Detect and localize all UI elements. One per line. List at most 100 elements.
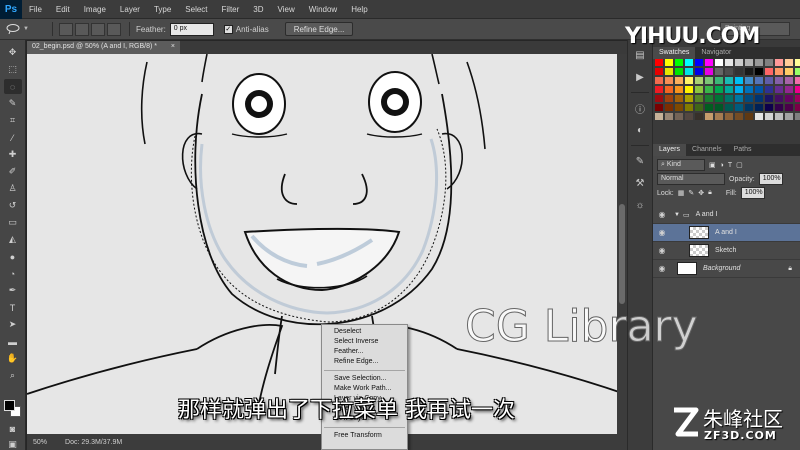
path-selection-tool-icon[interactable]: ➤ (4, 317, 22, 332)
tab-layers[interactable]: Layers (653, 144, 687, 156)
eraser-tool-icon[interactable]: ▭ (4, 215, 22, 230)
color-swatch[interactable] (775, 68, 783, 75)
color-swatch[interactable] (745, 59, 753, 66)
opacity-input[interactable]: 100% (758, 173, 783, 185)
tab-paths[interactable]: Paths (728, 144, 758, 156)
color-swatch[interactable] (675, 86, 683, 93)
color-swatch[interactable] (695, 95, 703, 102)
menu-item-save-selection[interactable]: Save Selection... (322, 374, 407, 384)
color-swatch[interactable] (655, 77, 663, 84)
menu-view[interactable]: View (271, 5, 302, 14)
tool-preset-picker[interactable]: ▼ (6, 21, 46, 38)
marquee-tool-icon[interactable]: ⬚ (4, 62, 22, 77)
color-swatch[interactable] (795, 95, 800, 102)
menu-select[interactable]: Select (178, 5, 214, 14)
color-swatch[interactable] (665, 77, 673, 84)
add-to-selection-button[interactable] (75, 22, 89, 36)
healing-brush-tool-icon[interactable]: ✚ (4, 147, 22, 162)
color-swatch[interactable] (655, 59, 663, 66)
color-swatch[interactable] (705, 95, 713, 102)
color-swatch[interactable] (685, 86, 693, 93)
zoom-tool-icon[interactable]: ⌕ (4, 368, 22, 383)
color-swatch[interactable] (655, 68, 663, 75)
color-swatch[interactable] (735, 86, 743, 93)
color-swatch[interactable] (685, 68, 693, 75)
adjustments-icon[interactable]: ☼ (631, 196, 649, 214)
filter-shape-icon[interactable]: ▢ (736, 161, 743, 169)
menu-image[interactable]: Image (77, 5, 113, 14)
color-swatch[interactable] (725, 104, 733, 111)
move-tool-icon[interactable]: ✥ (4, 45, 22, 60)
color-swatch[interactable] (785, 104, 793, 111)
intersect-selection-button[interactable] (107, 22, 121, 36)
color-swatch[interactable] (675, 95, 683, 102)
color-swatch[interactable] (785, 86, 793, 93)
color-swatch[interactable] (675, 59, 683, 66)
color-swatch[interactable] (755, 59, 763, 66)
menu-item-feather[interactable]: Feather... (322, 347, 407, 357)
blend-mode-select[interactable]: Normal (657, 173, 725, 185)
color-swatch[interactable] (775, 104, 783, 111)
color-swatch[interactable] (685, 113, 693, 120)
disclosure-icon[interactable]: ▼ (674, 212, 680, 218)
type-tool-icon[interactable]: T (4, 300, 22, 315)
eyedropper-tool-icon[interactable]: ⁄ (4, 130, 22, 145)
pen-tool-icon[interactable]: ✒ (4, 283, 22, 298)
color-swatch[interactable] (745, 86, 753, 93)
info-icon[interactable]: ⓘ (631, 99, 649, 117)
color-swatch[interactable] (675, 68, 683, 75)
color-swatch[interactable] (725, 77, 733, 84)
color-swatch[interactable] (715, 86, 723, 93)
clone-stamp-tool-icon[interactable]: ♙ (4, 181, 22, 196)
color-swatch[interactable] (745, 68, 753, 75)
menu-3d[interactable]: 3D (246, 5, 270, 14)
scrollbar-thumb[interactable] (619, 204, 625, 304)
menu-item-deselect[interactable]: Deselect (322, 327, 407, 337)
document-info[interactable]: Doc: 29.3M/37.9M (65, 439, 122, 446)
color-swatch[interactable] (795, 68, 800, 75)
menu-item-free-transform[interactable]: Free Transform (322, 431, 407, 441)
eye-icon[interactable]: ◉ (653, 264, 671, 273)
history-brush-tool-icon[interactable]: ↺ (4, 198, 22, 213)
color-swatch[interactable] (795, 104, 800, 111)
menu-file[interactable]: File (22, 5, 49, 14)
color-swatch[interactable] (665, 86, 673, 93)
quick-mask-icon[interactable]: ◙ (4, 421, 22, 436)
color-swatch[interactable] (705, 68, 713, 75)
color-swatch[interactable] (675, 77, 683, 84)
color-swatch[interactable] (785, 113, 793, 120)
color-swatch[interactable] (775, 77, 783, 84)
rectangle-tool-icon[interactable]: ▬ (4, 334, 22, 349)
color-swatch[interactable] (765, 104, 773, 111)
filter-type-icon[interactable]: T (728, 162, 732, 169)
subtract-from-selection-button[interactable] (91, 22, 105, 36)
color-swatch[interactable] (705, 104, 713, 111)
color-swatch[interactable] (785, 59, 793, 66)
color-swatch[interactable] (665, 104, 673, 111)
eye-icon[interactable]: ◉ (653, 246, 671, 255)
filter-adjust-icon[interactable]: ◑ (720, 162, 724, 169)
color-swatch[interactable] (755, 104, 763, 111)
color-swatch[interactable] (675, 113, 683, 120)
menu-window[interactable]: Window (302, 5, 344, 14)
color-icon[interactable]: ◐ (631, 121, 649, 139)
color-swatch[interactable] (705, 86, 713, 93)
color-swatch[interactable] (795, 77, 800, 84)
color-swatch[interactable] (715, 113, 723, 120)
vertical-scrollbar[interactable] (617, 54, 627, 434)
color-swatch[interactable] (755, 113, 763, 120)
lasso-tool-icon[interactable]: ◌ (3, 79, 22, 94)
color-swatch[interactable] (755, 77, 763, 84)
color-swatch[interactable] (705, 77, 713, 84)
color-swatch[interactable] (745, 77, 753, 84)
color-swatch[interactable] (785, 77, 793, 84)
blur-tool-icon[interactable]: ● (4, 249, 22, 264)
color-swatch[interactable] (735, 68, 743, 75)
hand-tool-icon[interactable]: ✋ (4, 351, 22, 366)
menu-type[interactable]: Type (147, 5, 178, 14)
filter-pixel-icon[interactable]: ▣ (709, 161, 716, 169)
color-swatch[interactable] (745, 104, 753, 111)
color-swatch[interactable] (695, 68, 703, 75)
color-swatch[interactable] (725, 95, 733, 102)
menu-filter[interactable]: Filter (215, 5, 247, 14)
